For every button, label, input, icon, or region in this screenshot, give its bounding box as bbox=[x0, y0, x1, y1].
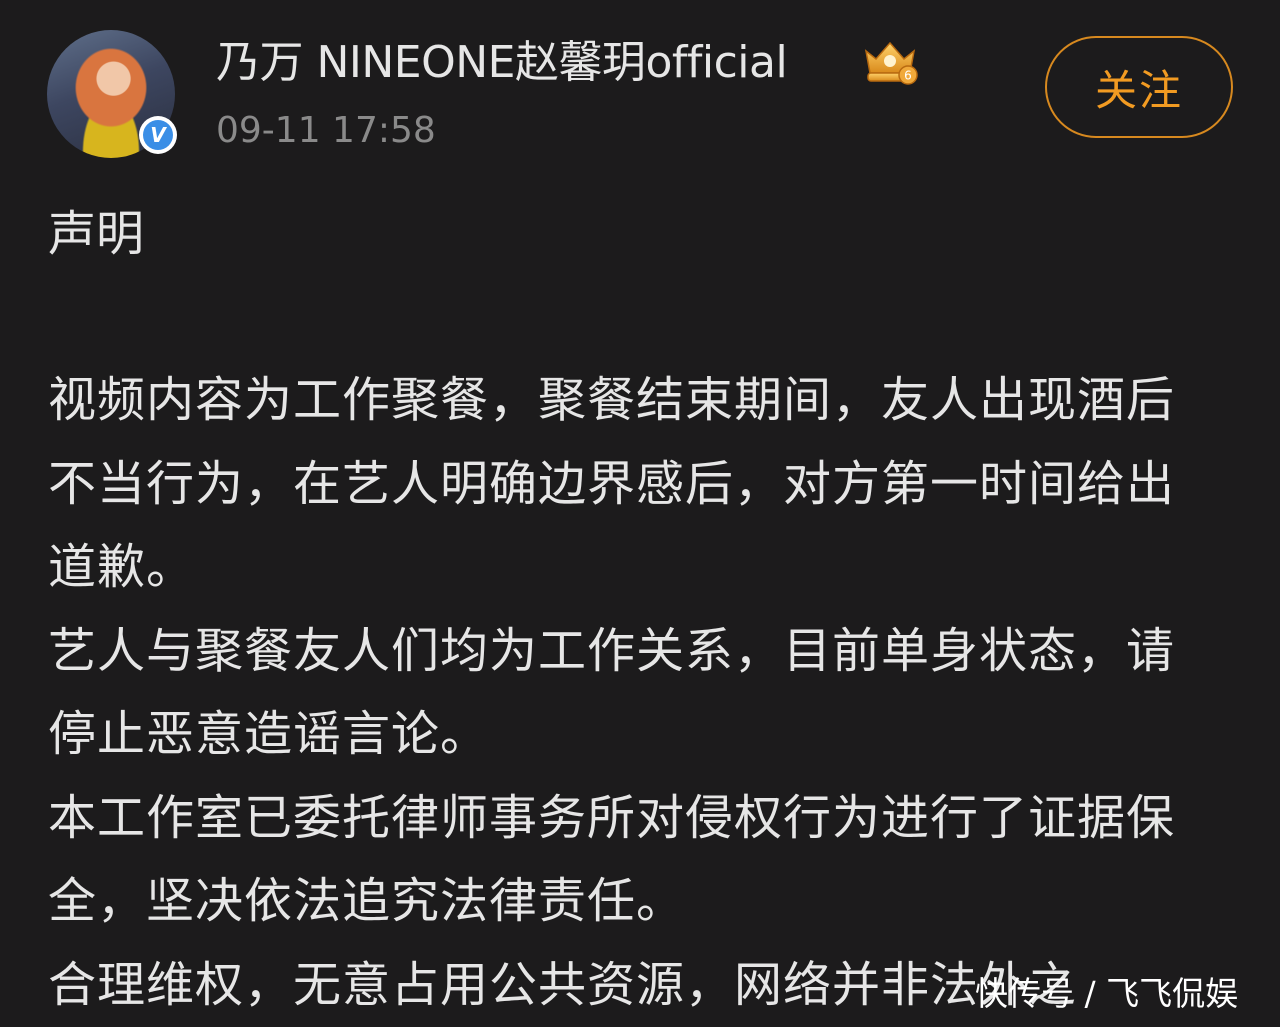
verified-badge-letter: V bbox=[143, 120, 173, 150]
v-verified-icon: V bbox=[139, 116, 177, 154]
paragraph: 视频内容为工作聚餐，聚餐结束期间，友人出现酒后不当行为，在艺人明确边界感后，对方… bbox=[48, 359, 1208, 610]
level-number: 6 bbox=[904, 69, 912, 83]
watermark: 快传号 / 飞飞侃娱 bbox=[975, 972, 1238, 1016]
paragraph: 艺人与聚餐友人们均为工作关系，目前单身状态，请停止恶意造谣言论。 bbox=[48, 610, 1208, 777]
follow-button[interactable]: 关注 bbox=[1045, 36, 1233, 138]
post-title: 声明 bbox=[48, 204, 144, 264]
avatar[interactable]: V bbox=[47, 30, 175, 158]
paragraph: 本工作室已委托律师事务所对侵权行为进行了证据保全，坚决依法追究法律责任。 bbox=[48, 777, 1208, 944]
post-header: V 乃万 NINEONE赵馨玥official 6 09-11 17:58 关注 bbox=[0, 0, 1280, 180]
post-timestamp: 09-11 17:58 bbox=[216, 108, 436, 154]
post-body: 视频内容为工作聚餐，聚餐结束期间，友人出现酒后不当行为，在艺人明确边界感后，对方… bbox=[48, 359, 1208, 1027]
author-name[interactable]: 乃万 NINEONE赵馨玥official bbox=[216, 33, 787, 93]
crown-level-icon[interactable]: 6 bbox=[858, 37, 922, 87]
